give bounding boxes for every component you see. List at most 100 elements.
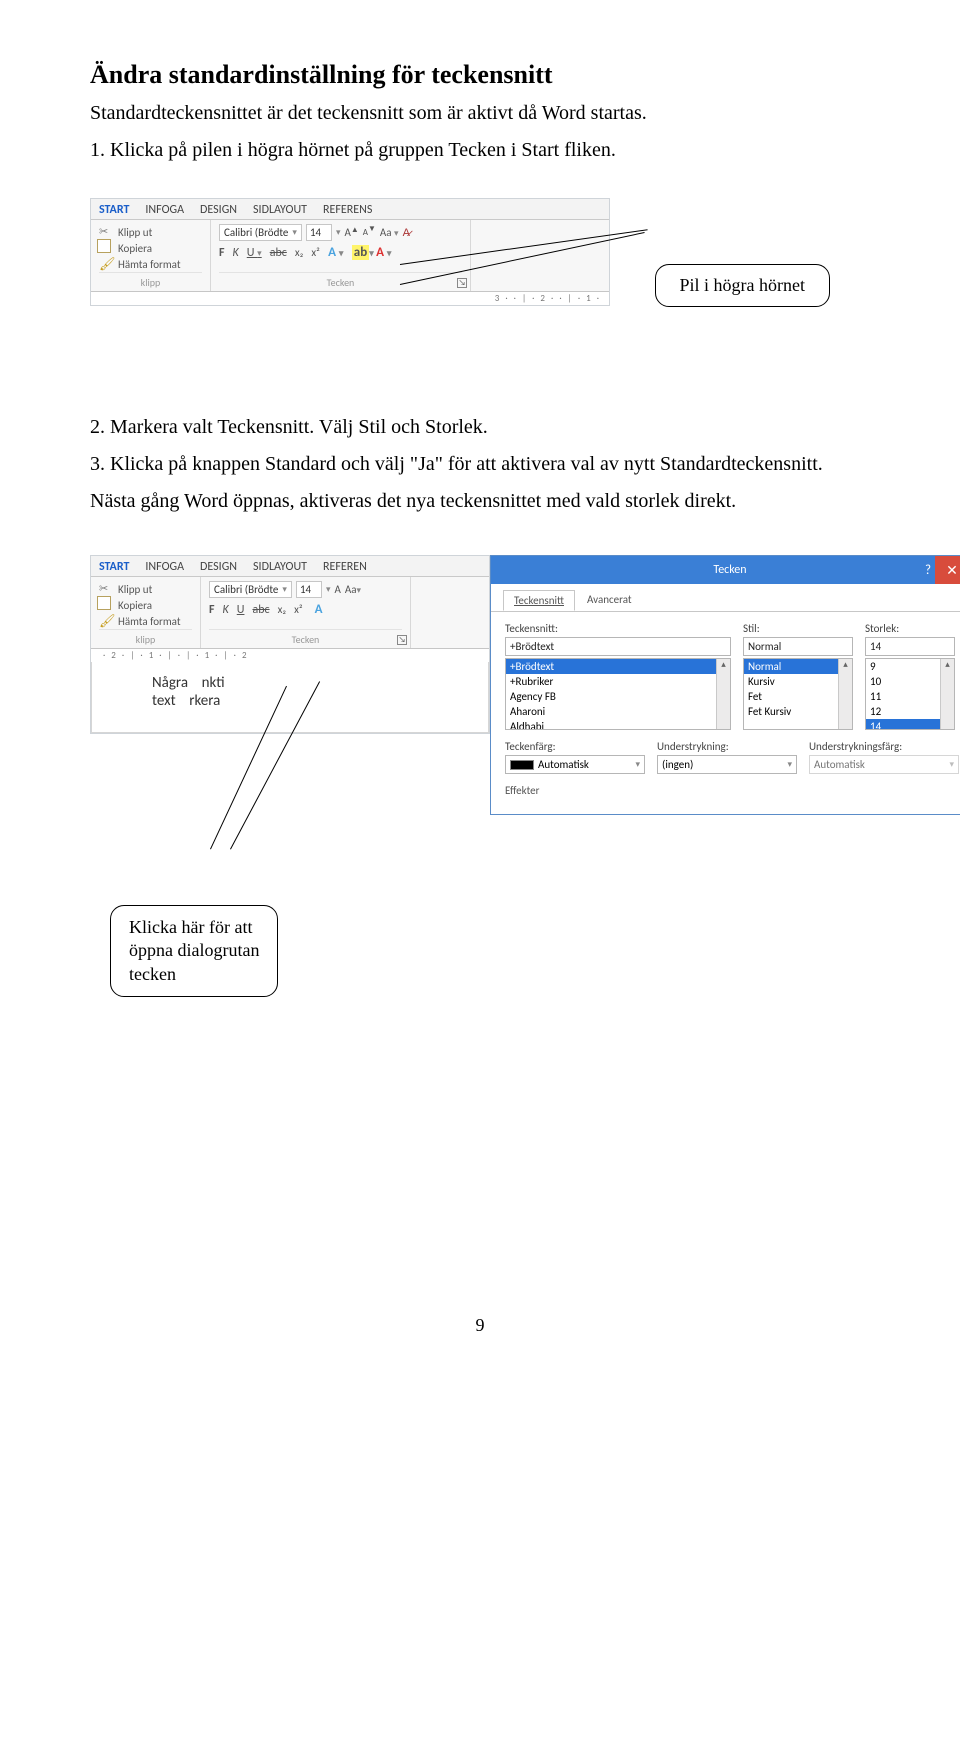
step-note: Nästa gång Word öppnas, aktiveras det ny…	[90, 488, 870, 515]
callout2-line2: öppna dialogrutan	[129, 939, 259, 962]
underline-value: (ingen)	[662, 758, 693, 771]
callout-bubble: Pil i högra hörnet	[655, 264, 830, 307]
ribbon-tab-design[interactable]: DESIGN	[200, 560, 237, 574]
dialog-launcher-icon[interactable]: ↘	[397, 635, 407, 645]
list-item[interactable]: Normal	[744, 659, 852, 674]
font-name-combo[interactable]: Calibri (Brödte▾	[219, 224, 302, 241]
superscript-button[interactable]: x²	[294, 603, 302, 616]
ruler-text: 3 · · | · 2 · · | · 1 ·	[495, 293, 601, 304]
font-name-value: Calibri (Brödte	[214, 583, 278, 596]
label-stil: Stil:	[743, 622, 853, 635]
dialog-tab-avancerat[interactable]: Avancerat	[577, 590, 642, 611]
grow-font-button[interactable]: A	[334, 583, 340, 596]
ruler: · 2 · | · 1 · | · | · 1 · | · 2	[91, 648, 489, 662]
step-2: 2. Markera valt Teckensnitt. Välj Stil o…	[90, 414, 870, 441]
strikethrough-button[interactable]: abc	[270, 246, 287, 260]
underline-button[interactable]: U ▾	[247, 246, 262, 260]
ribbon-tab-start[interactable]: START	[99, 203, 129, 217]
ribbon-tab-referen[interactable]: REFEREN	[323, 560, 367, 574]
copy-button[interactable]: Kopiera	[99, 597, 192, 613]
clipboard-group: ✂Klipp ut Kopiera 🖌Hämta format klipp	[91, 577, 201, 648]
shrink-font-button[interactable]: A▼	[363, 227, 376, 238]
clipboard-group-title: klipp	[99, 629, 192, 646]
text-effect-button[interactable]: A ▾	[328, 245, 344, 260]
italic-button[interactable]: K	[233, 246, 239, 260]
callout2-line1: Klicka här för att	[129, 916, 259, 939]
size-input[interactable]: 14	[865, 637, 955, 656]
copy-button[interactable]: Kopiera	[99, 240, 202, 256]
font-group-title: Tecken	[209, 629, 402, 646]
font-name-combo[interactable]: Calibri (Brödte▾	[209, 581, 292, 598]
bold-button[interactable]: F	[219, 246, 225, 260]
font-color-button[interactable]: A ▾	[376, 245, 392, 260]
label-understrykning: Understrykning:	[657, 740, 797, 753]
text-effect-button[interactable]: A	[311, 602, 327, 617]
ruler: 3 · · | · 2 · · | · 1 ·	[91, 291, 609, 305]
page-number: 9	[90, 1315, 870, 1336]
ribbon-tab-design[interactable]: DESIGN	[200, 203, 237, 217]
list-item[interactable]: Agency FB	[506, 689, 730, 704]
chevron-down-icon: ▾	[292, 227, 297, 238]
change-case-button[interactable]: Aa ▾	[380, 226, 399, 239]
chevron-down-icon: ▾	[336, 227, 341, 238]
list-item[interactable]: +Rubriker	[506, 674, 730, 689]
change-case-button[interactable]: Aa▾	[345, 583, 361, 596]
close-button[interactable]: ✕	[935, 556, 960, 584]
underline-combo[interactable]: (ingen)▾	[657, 755, 797, 774]
help-button[interactable]: ?	[925, 563, 931, 578]
format-painter-label: Hämta format	[118, 615, 181, 628]
italic-button[interactable]: K	[223, 603, 229, 617]
cut-label: Klipp ut	[118, 226, 152, 239]
underline-button[interactable]: U	[237, 603, 245, 617]
style-input[interactable]: Normal	[743, 637, 853, 656]
cut-button[interactable]: ✂Klipp ut	[99, 224, 202, 240]
dialog-launcher-icon[interactable]: ↘	[457, 278, 467, 288]
size-listbox[interactable]: 9 10 11 12 14 ▴	[865, 658, 955, 730]
label-storlek: Storlek:	[865, 622, 955, 635]
grow-font-button[interactable]: A▲	[344, 226, 358, 239]
dialog-tab-teckensnitt[interactable]: Teckensnitt	[503, 590, 575, 611]
font-input[interactable]: +Brödtext	[505, 637, 731, 656]
list-item[interactable]: Fet	[744, 689, 852, 704]
font-color-combo[interactable]: Automatisk▾	[505, 755, 645, 774]
underline-color-value: Automatisk	[814, 758, 865, 771]
clipboard-group-title: klipp	[99, 272, 202, 289]
step-1: 1. Klicka på pilen i högra hörnet på gru…	[90, 137, 870, 164]
ribbon-tab-infoga[interactable]: INFOGA	[145, 560, 184, 574]
intro-paragraph: Standardteckensnittet är det teckensnitt…	[90, 100, 870, 127]
format-painter-button[interactable]: 🖌Hämta format	[99, 256, 202, 272]
highlight-button[interactable]: ab▾	[352, 245, 368, 260]
subscript-button[interactable]: x₂	[295, 246, 303, 259]
font-group-title: Tecken	[219, 272, 462, 289]
underline-color-combo: Automatisk▾	[809, 755, 959, 774]
font-size-combo[interactable]: 14	[296, 581, 322, 598]
label-teckensnitt: Teckensnitt:	[505, 622, 731, 635]
subscript-button[interactable]: x₂	[278, 603, 286, 616]
clipboard-group: ✂Klipp ut Kopiera 🖌Hämta format klipp	[91, 220, 211, 291]
ribbon-tab-infoga[interactable]: INFOGA	[145, 203, 184, 217]
font-listbox[interactable]: +Brödtext +Rubriker Agency FB Aharoni Al…	[505, 658, 731, 730]
scrollbar[interactable]: ▴	[716, 659, 730, 729]
superscript-button[interactable]: x²	[311, 246, 319, 259]
font-dialog: Tecken ? ✕ Teckensnitt Avancerat Teckens…	[490, 555, 960, 815]
bold-button[interactable]: F	[209, 603, 215, 617]
list-item[interactable]: Fet Kursiv	[744, 704, 852, 719]
list-item[interactable]: Aldhabi	[506, 719, 730, 730]
font-size-combo[interactable]: 14	[306, 224, 332, 241]
list-item[interactable]: Kursiv	[744, 674, 852, 689]
ribbon-tab-start[interactable]: START	[99, 560, 129, 574]
format-painter-button[interactable]: 🖌Hämta format	[99, 613, 192, 629]
scrollbar[interactable]: ▴	[838, 659, 852, 729]
style-listbox[interactable]: Normal Kursiv Fet Fet Kursiv ▴	[743, 658, 853, 730]
ribbon-tab-referens[interactable]: REFERENS	[323, 203, 372, 217]
scrollbar[interactable]: ▴	[940, 659, 954, 729]
clear-formatting-button[interactable]: A̷	[403, 226, 410, 239]
list-item[interactable]: Aharoni	[506, 704, 730, 719]
list-item[interactable]: +Brödtext	[506, 659, 730, 674]
callout-bubble-2: Klicka här för att öppna dialogrutan tec…	[110, 905, 278, 997]
strikethrough-button[interactable]: abc	[252, 603, 269, 617]
ribbon-tab-sidlayout[interactable]: SIDLAYOUT	[253, 203, 307, 217]
format-painter-label: Hämta format	[118, 258, 181, 271]
cut-button[interactable]: ✂Klipp ut	[99, 581, 192, 597]
ribbon-tab-sidlayout[interactable]: SIDLAYOUT	[253, 560, 307, 574]
